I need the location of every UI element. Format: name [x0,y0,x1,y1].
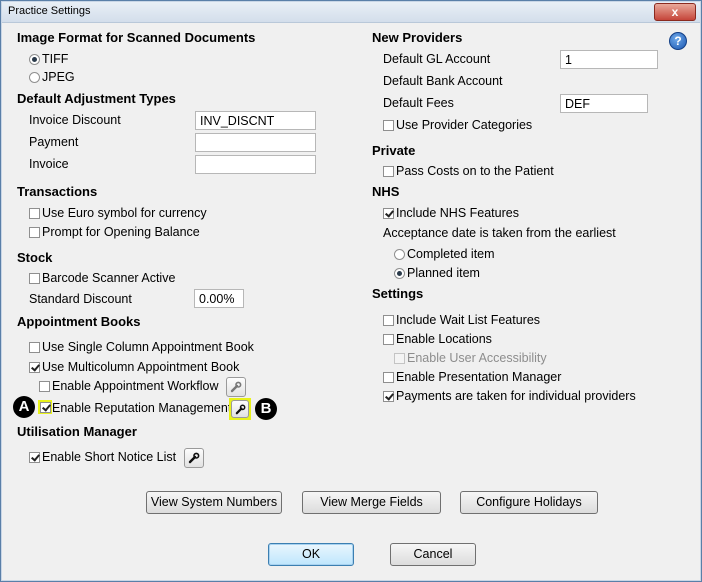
nhs-features-label: Include NHS Features [396,206,519,220]
wrench-icon [230,381,242,393]
callout-b: B [255,398,277,420]
wait-list-label: Include Wait List Features [396,313,541,327]
workflow-checkbox[interactable] [39,381,50,392]
jpeg-label: JPEG [42,70,75,84]
payment-label: Payment [29,135,79,149]
reputation-settings-button[interactable] [231,400,249,418]
wrench-icon [188,452,200,464]
view-system-numbers-button[interactable]: View System Numbers [146,491,282,514]
short-notice-settings-button[interactable] [184,448,204,468]
adjustment-types-header: Default Adjustment Types [17,91,176,106]
locations-checkbox[interactable] [383,334,394,345]
invoice-field[interactable] [195,155,316,174]
callout-a: A [13,396,35,418]
appointment-books-header: Appointment Books [17,314,141,329]
practice-settings-window: Practice Settings x ? Image Format for S… [0,0,702,582]
invoice-discount-label: Invoice Discount [29,113,121,127]
acceptance-date-label: Acceptance date is taken from the earlie… [383,226,616,240]
window-title: Practice Settings [8,5,91,17]
private-header: Private [372,143,416,158]
nhs-features-checkbox[interactable] [383,208,394,219]
user-accessibility-label: Enable User Accessibility [407,351,547,365]
user-accessibility-checkbox[interactable] [394,353,405,364]
gl-account-label: Default GL Account [383,52,491,66]
workflow-label: Enable Appointment Workflow [52,379,219,393]
provider-categories-checkbox[interactable] [383,120,394,131]
new-providers-header: New Providers [372,30,463,45]
euro-label: Use Euro symbol for currency [42,206,207,220]
default-fees-label: Default Fees [383,96,454,110]
multicolumn-label: Use Multicolumn Appointment Book [42,360,240,374]
planned-item-label: Planned item [407,266,480,280]
multicolumn-checkbox[interactable] [29,362,40,373]
reputation-checkbox[interactable] [40,402,51,413]
opening-balance-checkbox[interactable] [29,227,40,238]
short-notice-label: Enable Short Notice List [42,450,177,464]
completed-item-radio[interactable] [394,249,405,260]
short-notice-checkbox[interactable] [29,452,40,463]
euro-checkbox[interactable] [29,208,40,219]
pass-costs-label: Pass Costs on to the Patient [396,164,554,178]
reputation-label: Enable Reputation Management [52,401,232,415]
workflow-settings-button[interactable] [226,377,246,397]
title-bar: Practice Settings x [2,2,700,23]
nhs-header: NHS [372,184,400,199]
presentation-manager-label: Enable Presentation Manager [396,370,562,384]
invoice-label: Invoice [29,157,69,171]
tiff-radio[interactable] [29,54,40,65]
ok-button[interactable]: OK [268,543,354,566]
bank-account-label: Default Bank Account [383,74,503,88]
gl-account-field[interactable]: 1 [560,50,658,69]
jpeg-radio[interactable] [29,72,40,83]
cancel-button[interactable]: Cancel [390,543,476,566]
individual-payments-label: Payments are taken for individual provid… [396,389,636,403]
individual-payments-checkbox[interactable] [383,391,394,402]
pass-costs-checkbox[interactable] [383,166,394,177]
invoice-discount-field[interactable]: INV_DISCNT [195,111,316,130]
locations-label: Enable Locations [396,332,492,346]
help-icon[interactable]: ? [669,32,687,50]
barcode-checkbox[interactable] [29,273,40,284]
utilisation-header: Utilisation Manager [17,424,137,439]
single-column-label: Use Single Column Appointment Book [42,340,254,354]
settings-header: Settings [372,286,424,301]
single-column-checkbox[interactable] [29,342,40,353]
payment-field[interactable] [195,133,316,152]
wrench-icon [235,404,246,415]
presentation-manager-checkbox[interactable] [383,372,394,383]
standard-discount-label: Standard Discount [29,292,132,306]
standard-discount-field[interactable]: 0.00% [194,289,244,308]
barcode-label: Barcode Scanner Active [42,271,176,285]
configure-holidays-button[interactable]: Configure Holidays [460,491,598,514]
completed-item-label: Completed item [407,247,495,261]
default-fees-field[interactable]: DEF [560,94,648,113]
close-button[interactable]: x [654,3,696,21]
planned-item-radio[interactable] [394,268,405,279]
view-merge-fields-button[interactable]: View Merge Fields [302,491,441,514]
transactions-header: Transactions [17,184,98,199]
provider-categories-label: Use Provider Categories [396,118,533,132]
wait-list-checkbox[interactable] [383,315,394,326]
opening-balance-label: Prompt for Opening Balance [42,225,200,239]
image-format-header: Image Format for Scanned Documents [17,30,256,45]
tiff-label: TIFF [42,52,69,66]
stock-header: Stock [17,250,53,265]
